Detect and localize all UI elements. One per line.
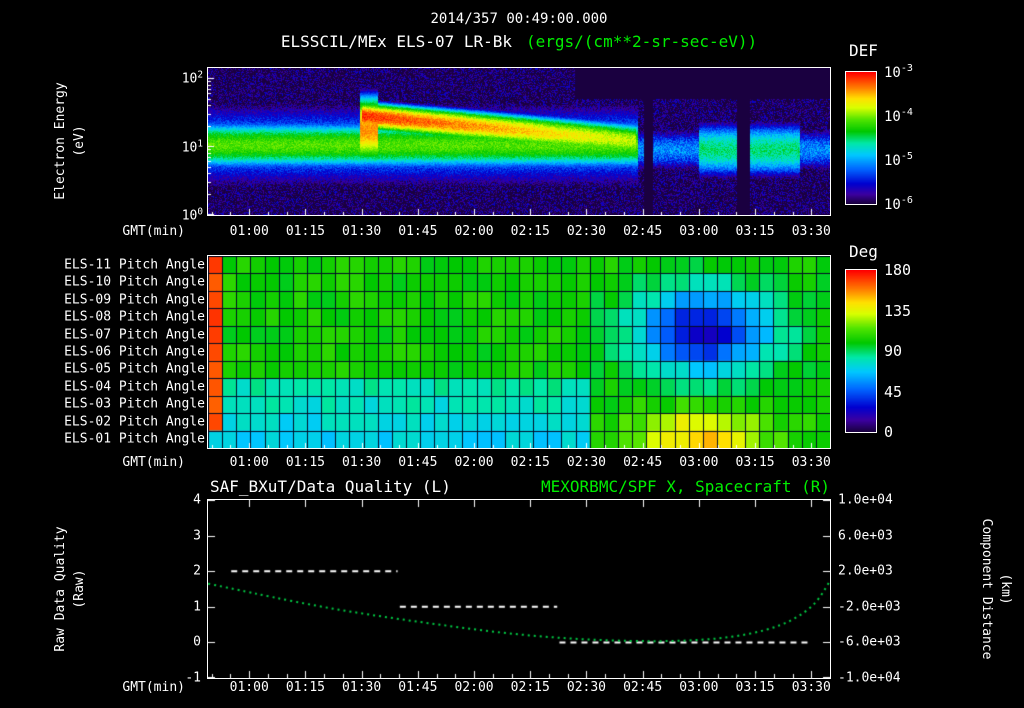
time-tick-label: 01:00 [229,680,269,695]
time-tick-label: 01:00 [229,224,269,239]
time-tick-label: 02:30 [566,680,607,695]
pitch-row-label: ELS-07 Pitch Angle [64,327,205,343]
distance-y-axis-label-units: (km) [998,573,1013,605]
deg-colorbar-title: Deg [849,242,878,261]
deg-colorbar-tick-label: 135 [884,301,912,320]
time-tick-label: 01:30 [342,680,382,695]
pitch-row-label: ELS-09 Pitch Angle [64,292,205,308]
plot-subtitle: ELSSCIL/MEx ELS-07 LR-Bk (ergs/(cm**2-sr-… [208,32,830,51]
time-tick-label: 02:15 [510,224,550,239]
quality-axis-tick-label: 0 [193,634,201,650]
pitch-row-label: ELS-01 Pitch Angle [64,431,205,447]
time-tick-label: 01:45 [398,455,438,470]
flux-colorbar-tick-label: 10-5 [884,151,913,169]
spectrogram-y-axis-label-line1: Electron Energy [53,82,68,200]
distance-axis-tick-label: -2.0e+03 [838,599,901,615]
flux-colorbar-tick-label: 10-4 [884,107,913,125]
energy-tick-label: 101 [181,137,203,156]
time-tick-label: 02:45 [623,680,663,695]
flux-colorbar-title: DEF [849,41,878,60]
deg-colorbar [845,269,877,433]
time-tick-label: 03:30 [791,455,831,470]
spectrogram-y-axis-label-line2: (eV) [72,125,87,157]
time-tick-label: 03:15 [735,224,775,239]
energy-tick-label: 102 [181,69,203,87]
deg-colorbar-tick-label: 90 [884,342,903,360]
lineplot-title-right: MEXORBMC/SPF X, Spacecraft (R) [541,477,830,496]
pitch-row-label: ELS-04 Pitch Angle [64,379,205,395]
pitch-angle-canvas [208,256,830,448]
time-tick-label: 01:45 [398,224,438,239]
quality-y-axis-label: Raw Data Quality (Raw) [51,526,89,651]
flux-colorbar-canvas [846,72,876,204]
pitch-row-label: ELS-05 Pitch Angle [64,361,205,377]
distance-axis-tick-label: 6.0e+03 [838,528,893,544]
deg-colorbar-tick-label: 180 [884,261,912,279]
instrument-title: ELSSCIL/MEx ELS-07 LR-Bk [280,32,512,51]
pitch-row-label: ELS-03 Pitch Angle [64,396,205,412]
time-tick-label: 03:00 [679,224,719,239]
gmt-label-bottom: GMT(min) [122,680,185,695]
distance-y-axis-label-line1: Component Distance [979,518,994,660]
quality-y-axis-label-line2: (Raw) [72,569,87,609]
pitch-row-label: ELS-06 Pitch Angle [64,344,205,360]
flux-colorbar [845,71,877,205]
time-tick-label: 03:15 [735,455,775,470]
quality-axis-tick-label: 1 [193,599,201,615]
electron-spectrogram-canvas [208,68,830,215]
deg-colorbar-canvas [846,270,876,432]
time-tick-label: 03:30 [791,224,831,239]
pitch-angle-panel [207,255,831,449]
distance-y-axis-label: (km) Component Distance [977,519,1015,660]
gmt-label-middle: GMT(min) [122,455,185,470]
time-tick-label: 01:15 [285,680,325,695]
flux-units-label: (ergs/(cm**2-sr-sec-eV)) [526,32,758,51]
time-tick-label: 01:45 [398,680,438,695]
quality-y-axis-label-line1: Raw Data Quality [53,526,68,652]
flux-colorbar-tick-label: 10-3 [884,63,913,81]
distance-axis-tick-label: 2.0e+03 [838,563,893,579]
quality-axis-tick-label: 3 [193,528,201,544]
time-tick-label: 02:00 [454,224,494,239]
distance-axis-tick-label: 1.0e+04 [838,492,893,508]
time-tick-label: 03:00 [679,455,719,470]
time-tick-label: 02:00 [454,455,494,470]
plot-timestamp-title: 2014/357 00:49:00.000 [430,11,608,27]
time-tick-label: 03:15 [735,680,775,695]
time-tick-label: 02:45 [623,224,663,239]
time-tick-label: 02:15 [510,680,550,695]
time-tick-label: 03:00 [679,680,719,695]
electron-spectrogram-panel [207,67,831,216]
spectrogram-y-axis-label: Electron Energy (eV) [51,82,89,199]
quality-axis-tick-label: 4 [193,492,201,508]
time-tick-label: 03:30 [791,680,831,695]
time-tick-label: 01:30 [342,455,382,470]
quality-axis-tick-label: -1 [185,670,201,686]
time-tick-label: 02:30 [566,455,607,470]
pitch-row-label: ELS-10 Pitch Angle [64,274,205,290]
time-tick-label: 02:45 [623,455,663,470]
pitch-row-label: ELS-02 Pitch Angle [64,414,205,430]
lineplot-panel [207,499,831,679]
cdaweb-plot-page: 2014/357 00:49:00.000 ELSSCIL/MEx ELS-07… [0,0,1024,708]
distance-axis-tick-label: -1.0e+04 [838,670,901,686]
lineplot-canvas [208,500,830,678]
time-tick-label: 01:15 [285,224,325,239]
pitch-row-label: ELS-08 Pitch Angle [64,309,205,325]
time-tick-label: 01:15 [285,455,325,470]
deg-colorbar-tick-label: 45 [884,382,903,401]
time-tick-label: 01:00 [229,455,269,470]
time-tick-label: 02:00 [454,680,494,695]
flux-colorbar-tick-label: 10-6 [884,195,913,213]
lineplot-title-left: SAF_BXuT/Data Quality (L) [210,477,451,496]
time-tick-label: 02:15 [510,455,550,470]
time-tick-label: 01:30 [342,224,382,239]
time-tick-label: 02:30 [566,224,607,239]
deg-colorbar-tick-label: 0 [884,423,894,441]
quality-axis-tick-label: 2 [193,563,201,579]
gmt-label-top: GMT(min) [122,224,185,239]
energy-tick-label: 100 [181,206,203,224]
pitch-row-label: ELS-11 Pitch Angle [64,257,205,273]
distance-axis-tick-label: -6.0e+03 [838,634,901,650]
